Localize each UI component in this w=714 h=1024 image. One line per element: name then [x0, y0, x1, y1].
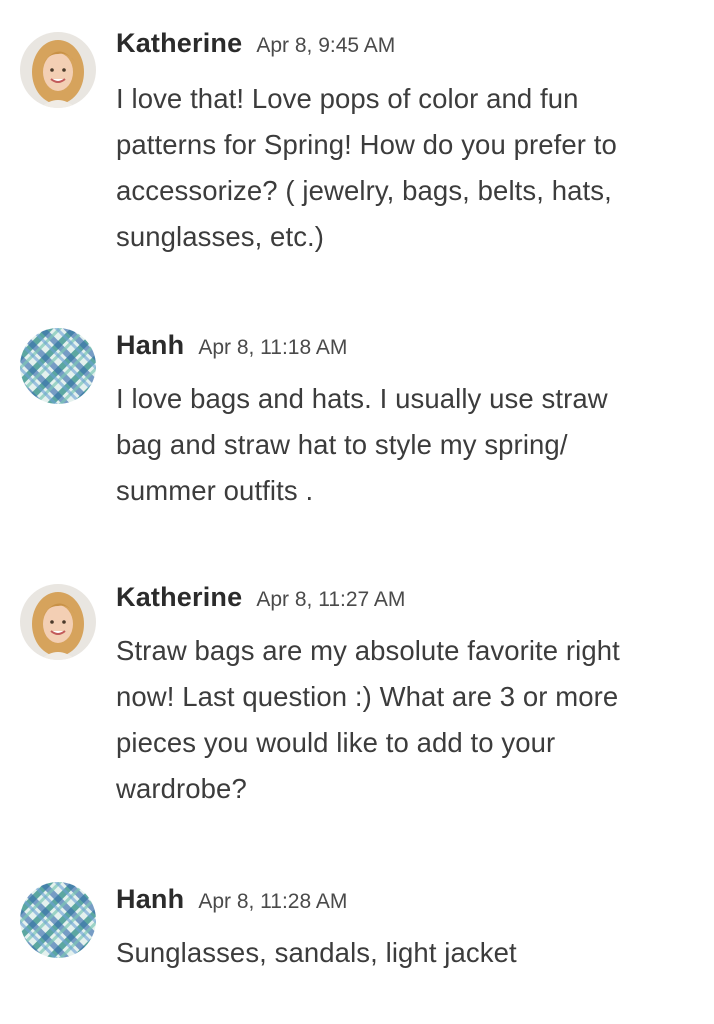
hanh-avatar[interactable]: [20, 328, 96, 404]
message-body: I love bags and hats. I usually use stra…: [116, 376, 696, 514]
person-photo-icon: [20, 32, 96, 108]
hanh-avatar[interactable]: [20, 882, 96, 958]
message-timestamp: Apr 8, 11:18 AM: [198, 336, 348, 359]
message-line: Straw bags are my absolute favorite righ…: [116, 635, 620, 666]
message-header: Katherine Apr 8, 11:27 AM: [116, 582, 405, 613]
author-name[interactable]: Katherine: [116, 28, 242, 58]
message-body: Straw bags are my absolute favorite righ…: [116, 628, 696, 812]
message-thread: Katherine Apr 8, 9:45 AM I love that! Lov…: [0, 0, 714, 1024]
message-line: pieces you would like to add to your: [116, 727, 556, 758]
message-line: accessorize? ( jewelry, bags, belts, hat…: [116, 175, 612, 206]
message-line: wardrobe?: [116, 773, 247, 804]
message-timestamp: Apr 8, 9:45 AM: [256, 34, 396, 57]
message-header: Hanh Apr 8, 11:18 AM: [116, 330, 347, 361]
message-line: sunglasses, etc.): [116, 221, 325, 252]
plaid-pattern-icon: [20, 882, 96, 958]
person-photo-icon: [20, 584, 96, 660]
message-line: I love bags and hats. I usually use stra…: [116, 383, 608, 414]
plaid-pattern-icon: [20, 328, 96, 404]
message-line: Sunglasses, sandals, light jacket: [116, 937, 517, 968]
katherine-avatar[interactable]: [20, 32, 96, 108]
message-header: Hanh Apr 8, 11:28 AM: [116, 884, 347, 915]
message-line: now! Last question :) What are 3 or more: [116, 681, 619, 712]
author-name[interactable]: Hanh: [116, 884, 184, 914]
katherine-avatar[interactable]: [20, 584, 96, 660]
author-name[interactable]: Hanh: [116, 330, 184, 360]
message-body: I love that! Love pops of color and fun …: [116, 76, 696, 260]
message-header: Katherine Apr 8, 9:45 AM: [116, 28, 395, 59]
author-name[interactable]: Katherine: [116, 582, 242, 612]
message-timestamp: Apr 8, 11:27 AM: [256, 588, 406, 611]
message-line: bag and straw hat to style my spring/: [116, 429, 568, 460]
message-timestamp: Apr 8, 11:28 AM: [198, 890, 348, 913]
message-line: summer outfits .: [116, 475, 314, 506]
message-line: I love that! Love pops of color and fun: [116, 83, 579, 114]
message-line: patterns for Spring! How do you prefer t…: [116, 129, 617, 160]
message-body: Sunglasses, sandals, light jacket: [116, 930, 696, 976]
